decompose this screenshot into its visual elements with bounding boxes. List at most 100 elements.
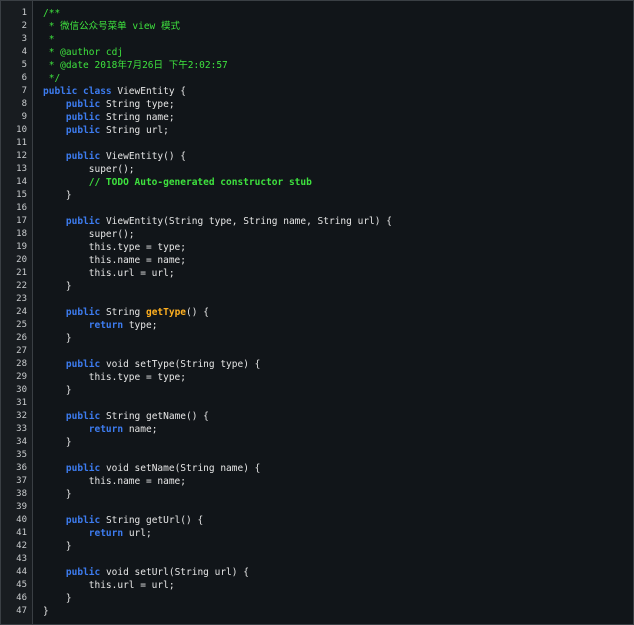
- code-text[interactable]: }: [43, 280, 72, 293]
- code-line[interactable]: 47}: [1, 605, 634, 618]
- code-text[interactable]: public String getUrl() {: [43, 514, 203, 527]
- code-text[interactable]: super();: [43, 163, 135, 176]
- code-line[interactable]: 6 */: [1, 72, 634, 85]
- code-text[interactable]: public String getName() {: [43, 410, 209, 423]
- code-line[interactable]: 31: [1, 397, 634, 410]
- code-line[interactable]: 38 }: [1, 488, 634, 501]
- code-line[interactable]: 16: [1, 202, 634, 215]
- code-line[interactable]: 13 super();: [1, 163, 634, 176]
- code-line[interactable]: 24 public String getType() {: [1, 306, 634, 319]
- code-line[interactable]: 10 public String url;: [1, 124, 634, 137]
- code-text[interactable]: public void setType(String type) {: [43, 358, 260, 371]
- code-line[interactable]: 5 * @date 2018年7月26日 下午2:02:57: [1, 59, 634, 72]
- code-token-plain: super();: [43, 229, 135, 240]
- code-text[interactable]: * @date 2018年7月26日 下午2:02:57: [43, 59, 228, 72]
- code-text[interactable]: public ViewEntity(String type, String na…: [43, 215, 392, 228]
- code-line[interactable]: 32 public String getName() {: [1, 410, 634, 423]
- code-text[interactable]: public ViewEntity() {: [43, 150, 186, 163]
- code-line[interactable]: 20 this.name = name;: [1, 254, 634, 267]
- code-text[interactable]: this.type = type;: [43, 371, 186, 384]
- line-number: 13: [16, 164, 27, 174]
- code-line[interactable]: 30 }: [1, 384, 634, 397]
- code-token-keyword: return: [88, 320, 124, 331]
- code-text[interactable]: }: [43, 332, 72, 345]
- code-line[interactable]: 40 public String getUrl() {: [1, 514, 634, 527]
- code-text[interactable]: public class ViewEntity {: [43, 85, 186, 98]
- code-line[interactable]: 22 }: [1, 280, 634, 293]
- code-text[interactable]: * @author cdj: [43, 46, 123, 59]
- code-token-plain: this.name = name;: [43, 255, 186, 266]
- code-line[interactable]: 45 this.url = url;: [1, 579, 634, 592]
- code-line[interactable]: 23: [1, 293, 634, 306]
- code-text[interactable]: public String url;: [43, 124, 169, 137]
- code-line[interactable]: 27: [1, 345, 634, 358]
- code-text[interactable]: this.type = type;: [43, 241, 186, 254]
- code-line[interactable]: 17 public ViewEntity(String type, String…: [1, 215, 634, 228]
- code-line[interactable]: 19 this.type = type;: [1, 241, 634, 254]
- code-text[interactable]: }: [43, 384, 72, 397]
- code-line[interactable]: 25 return type;: [1, 319, 634, 332]
- code-text[interactable]: }: [43, 488, 72, 501]
- code-line[interactable]: 21 this.url = url;: [1, 267, 634, 280]
- code-line[interactable]: 3 *: [1, 33, 634, 46]
- line-number: 47: [16, 606, 27, 616]
- code-line[interactable]: 29 this.type = type;: [1, 371, 634, 384]
- code-text[interactable]: */: [43, 72, 60, 85]
- code-text[interactable]: /**: [43, 7, 60, 20]
- code-line[interactable]: 28 public void setType(String type) {: [1, 358, 634, 371]
- code-token-plain: String: [100, 307, 146, 318]
- code-text[interactable]: this.name = name;: [43, 475, 186, 488]
- code-text[interactable]: // TODO Auto-generated constructor stub: [43, 176, 312, 189]
- code-line[interactable]: 2 * 微信公众号菜单 view 模式: [1, 20, 634, 33]
- code-line[interactable]: 42 }: [1, 540, 634, 553]
- code-line[interactable]: 41 return url;: [1, 527, 634, 540]
- code-text[interactable]: }: [43, 189, 72, 202]
- code-line[interactable]: 8 public String type;: [1, 98, 634, 111]
- code-line[interactable]: 35: [1, 449, 634, 462]
- code-line[interactable]: 39: [1, 501, 634, 514]
- code-text[interactable]: public void setName(String name) {: [43, 462, 260, 475]
- code-line[interactable]: 36 public void setName(String name) {: [1, 462, 634, 475]
- code-text[interactable]: public String name;: [43, 111, 175, 124]
- code-line[interactable]: 46 }: [1, 592, 634, 605]
- code-line[interactable]: 44 public void setUrl(String url) {: [1, 566, 634, 579]
- code-token-plain: String type;: [100, 99, 175, 110]
- code-text[interactable]: return url;: [43, 527, 152, 540]
- code-line[interactable]: 7 public class ViewEntity {: [1, 85, 634, 98]
- code-text[interactable]: return type;: [43, 319, 158, 332]
- code-text[interactable]: }: [43, 540, 72, 553]
- code-text[interactable]: public String getType() {: [43, 306, 209, 319]
- code-line[interactable]: 26 }: [1, 332, 634, 345]
- code-token-comment: *: [43, 34, 55, 45]
- code-editor[interactable]: 1/** 2 * 微信公众号菜单 view 模式 3 * 4 * @author cd…: [0, 0, 634, 625]
- code-text[interactable]: *: [43, 33, 55, 46]
- code-text[interactable]: }: [43, 436, 72, 449]
- code-token-keyword: public: [65, 216, 101, 227]
- code-token-todo: // TODO Auto-generated constructor stub: [43, 177, 312, 188]
- code-line[interactable]: 37 this.name = name;: [1, 475, 634, 488]
- code-line[interactable]: 9 public String name;: [1, 111, 634, 124]
- line-number: 35: [16, 450, 27, 460]
- code-line[interactable]: 15 }: [1, 189, 634, 202]
- code-text[interactable]: super();: [43, 228, 135, 241]
- code-text[interactable]: }: [43, 605, 49, 618]
- code-text[interactable]: this.url = url;: [43, 267, 175, 280]
- code-lines[interactable]: 1/** 2 * 微信公众号菜单 view 模式 3 * 4 * @author cd…: [1, 7, 634, 618]
- code-text[interactable]: return name;: [43, 423, 158, 436]
- code-line[interactable]: 1 /**: [1, 7, 634, 20]
- code-line[interactable]: 12 public ViewEntity() {: [1, 150, 634, 163]
- code-line[interactable]: 33 return name;: [1, 423, 634, 436]
- code-line[interactable]: 4 * @author cdj: [1, 46, 634, 59]
- code-text[interactable]: this.name = name;: [43, 254, 186, 267]
- code-text[interactable]: this.url = url;: [43, 579, 175, 592]
- code-line[interactable]: 34 }: [1, 436, 634, 449]
- code-text[interactable]: public String type;: [43, 98, 175, 111]
- code-line[interactable]: 11: [1, 137, 634, 150]
- code-text[interactable]: }: [43, 592, 72, 605]
- code-line[interactable]: 14 // TODO Auto-generated constructor st…: [1, 176, 634, 189]
- code-text[interactable]: public void setUrl(String url) {: [43, 566, 249, 579]
- code-text[interactable]: * 微信公众号菜单 view 模式: [43, 20, 180, 33]
- code-line[interactable]: 43: [1, 553, 634, 566]
- code-line[interactable]: 18 super();: [1, 228, 634, 241]
